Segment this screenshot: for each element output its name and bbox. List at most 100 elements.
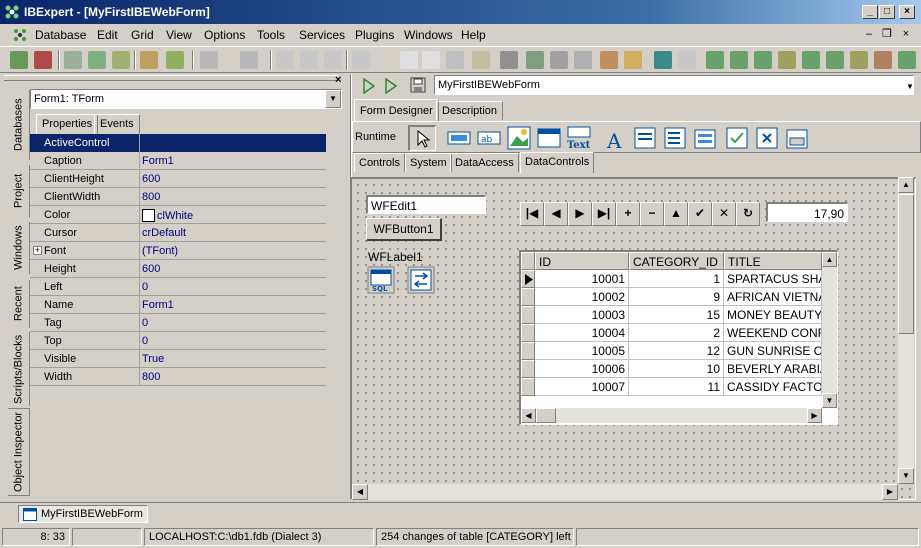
property-row[interactable]: Cursor crDefault	[30, 224, 326, 242]
wf-combobox-component-icon[interactable]	[693, 126, 717, 150]
wf-edit-control[interactable]: WFEdit1	[366, 195, 486, 214]
property-row[interactable]: ActiveControl	[30, 134, 326, 152]
grid-cell[interactable]: WEEKEND CONFID	[724, 324, 822, 342]
connect-db-icon[interactable]	[64, 51, 82, 69]
datasource-component-icon[interactable]	[407, 266, 435, 294]
db-grid[interactable]: ID CATEGORY_ID TITLE 10001 1 SPARTACUS S…	[519, 250, 838, 425]
dock-close-icon[interactable]: ×	[335, 74, 341, 86]
property-row[interactable]: Height 600	[30, 260, 326, 278]
grid-cell[interactable]: 10001	[535, 270, 629, 288]
open-folder-icon[interactable]	[200, 51, 218, 69]
side-tab-databases[interactable]: Databases	[8, 90, 30, 160]
wf-button-control[interactable]: WFButton1	[366, 218, 442, 241]
property-row[interactable]: ClientHeight 600	[30, 170, 326, 188]
grid-cell[interactable]: 9	[629, 288, 724, 306]
palette-tab-controls[interactable]: Controls	[354, 153, 405, 172]
menu-help[interactable]: Help	[461, 28, 486, 42]
new-domain-icon[interactable]	[898, 51, 916, 69]
menu-plugins[interactable]: Plugins	[355, 28, 394, 42]
scroll-down-icon[interactable]: ▼	[898, 468, 914, 484]
wf-edit-component-icon[interactable]	[447, 126, 471, 150]
scroll-thumb[interactable]	[536, 408, 556, 423]
reconnect-db-icon[interactable]	[88, 51, 106, 69]
nav-last-icon[interactable]: ▶|	[592, 202, 616, 226]
scroll-up-icon[interactable]: ▲	[822, 252, 837, 267]
new-generator-icon[interactable]	[802, 51, 820, 69]
grid-column-header[interactable]: ID	[535, 252, 629, 270]
grid-cell[interactable]: 10003	[535, 306, 629, 324]
side-tab-windows[interactable]: Windows	[8, 222, 30, 274]
nav-next-icon[interactable]: ▶	[568, 202, 592, 226]
export-data-icon[interactable]	[526, 51, 544, 69]
script-executive-icon[interactable]	[446, 51, 464, 69]
grid-cell[interactable]: 10	[629, 360, 724, 378]
property-row[interactable]: Visible True	[30, 350, 326, 368]
new-sql-editor-icon[interactable]	[422, 51, 440, 69]
maximize-button[interactable]: □	[879, 5, 895, 19]
pointer-tool[interactable]	[408, 125, 436, 151]
grid-cell[interactable]: AFRICAN VIETNAM	[724, 288, 822, 306]
wf-label-component-icon[interactable]: ab	[477, 126, 501, 150]
menu-tools[interactable]: Tools	[257, 28, 285, 42]
grid-cell[interactable]: MONEY BEAUTY S	[724, 306, 822, 324]
run-form-icon[interactable]	[384, 78, 398, 94]
palette-tab-datacontrols[interactable]: DataControls	[520, 152, 595, 173]
grid-cell[interactable]: GUN SUNRISE CUF	[724, 342, 822, 360]
wf-image-component-icon[interactable]	[507, 126, 531, 150]
side-tab-scripts-blocks[interactable]: Scripts/Blocks	[8, 332, 30, 406]
nav-insert-icon[interactable]: +	[616, 202, 640, 226]
wf-label-control[interactable]: WFLabel1	[368, 250, 423, 264]
minimize-button[interactable]: _	[862, 5, 878, 19]
new-udf-icon[interactable]	[850, 51, 868, 69]
property-row[interactable]: Tag 0	[30, 314, 326, 332]
nav-post-icon[interactable]: ✔	[688, 202, 712, 226]
scroll-left-icon[interactable]: ◀	[352, 484, 368, 500]
inspector-object-select[interactable]: Form1: TForm ▼	[30, 89, 342, 109]
nav-refresh-icon[interactable]: ↻	[736, 202, 760, 226]
nav-first-icon[interactable]: |◀	[520, 202, 544, 226]
mdi-restore-button[interactable]: ❐	[880, 27, 894, 41]
new-db-object-icon[interactable]	[166, 51, 184, 69]
grid-vertical-scrollbar[interactable]: ▲ ▼	[822, 252, 837, 408]
scroll-right-icon[interactable]: ▶	[807, 408, 822, 423]
user-manager-icon[interactable]	[600, 51, 618, 69]
disconnect-db-icon[interactable]	[112, 51, 130, 69]
chevron-down-icon[interactable]: ▼	[325, 90, 341, 108]
mdi-child-icon[interactable]	[12, 27, 28, 43]
palette-tab-dataaccess[interactable]: DataAccess	[450, 153, 519, 172]
new-procedure-icon[interactable]	[754, 51, 772, 69]
grid-cell[interactable]: 10007	[535, 378, 629, 396]
save-icon[interactable]	[240, 51, 258, 69]
nav-cancel-icon[interactable]: ✕	[712, 202, 736, 226]
scroll-right-icon[interactable]: ▶	[882, 484, 898, 500]
scroll-up-icon[interactable]: ▲	[898, 177, 914, 193]
new-table-icon[interactable]	[706, 51, 724, 69]
title-bar[interactable]: IBExpert - [MyFirstIBEWebForm] _ □ ×	[0, 0, 921, 24]
expand-icon[interactable]: +	[33, 246, 42, 255]
grid-cell[interactable]: 11	[629, 378, 724, 396]
design-horizontal-scrollbar[interactable]: ◀ ▶	[352, 484, 898, 500]
db-edit-number-field[interactable]: 17,90	[766, 202, 848, 222]
grid-cell[interactable]: SPARTACUS SHAK	[724, 270, 822, 288]
property-row[interactable]: Left 0	[30, 278, 326, 296]
property-row[interactable]: Color clWhite	[30, 206, 326, 224]
menu-database[interactable]: Database	[35, 28, 86, 42]
menu-view[interactable]: View	[166, 28, 192, 42]
print-icon[interactable]	[574, 51, 592, 69]
property-value[interactable]: 0	[140, 314, 326, 332]
nav-edit-icon[interactable]: ▲	[664, 202, 688, 226]
tab-properties[interactable]: Properties	[36, 114, 99, 134]
design-vertical-scrollbar[interactable]: ▲ ▼	[898, 177, 914, 484]
cut-icon[interactable]	[276, 51, 294, 69]
wf-memo-component-icon[interactable]	[633, 126, 657, 150]
wf-text-component-icon[interactable]: Text	[567, 126, 591, 150]
grid-cell[interactable]: 10002	[535, 288, 629, 306]
extract-metadata-icon[interactable]	[472, 51, 490, 69]
new-trigger-icon[interactable]	[778, 51, 796, 69]
sql-editor-icon[interactable]	[400, 51, 418, 69]
grid-cell[interactable]: BEVERLY ARABIA I	[724, 360, 822, 378]
tab-description[interactable]: Description	[436, 101, 504, 120]
grant-manager-icon[interactable]	[624, 51, 642, 69]
menu-services[interactable]: Services	[299, 28, 345, 42]
grid-cell[interactable]: 10006	[535, 360, 629, 378]
